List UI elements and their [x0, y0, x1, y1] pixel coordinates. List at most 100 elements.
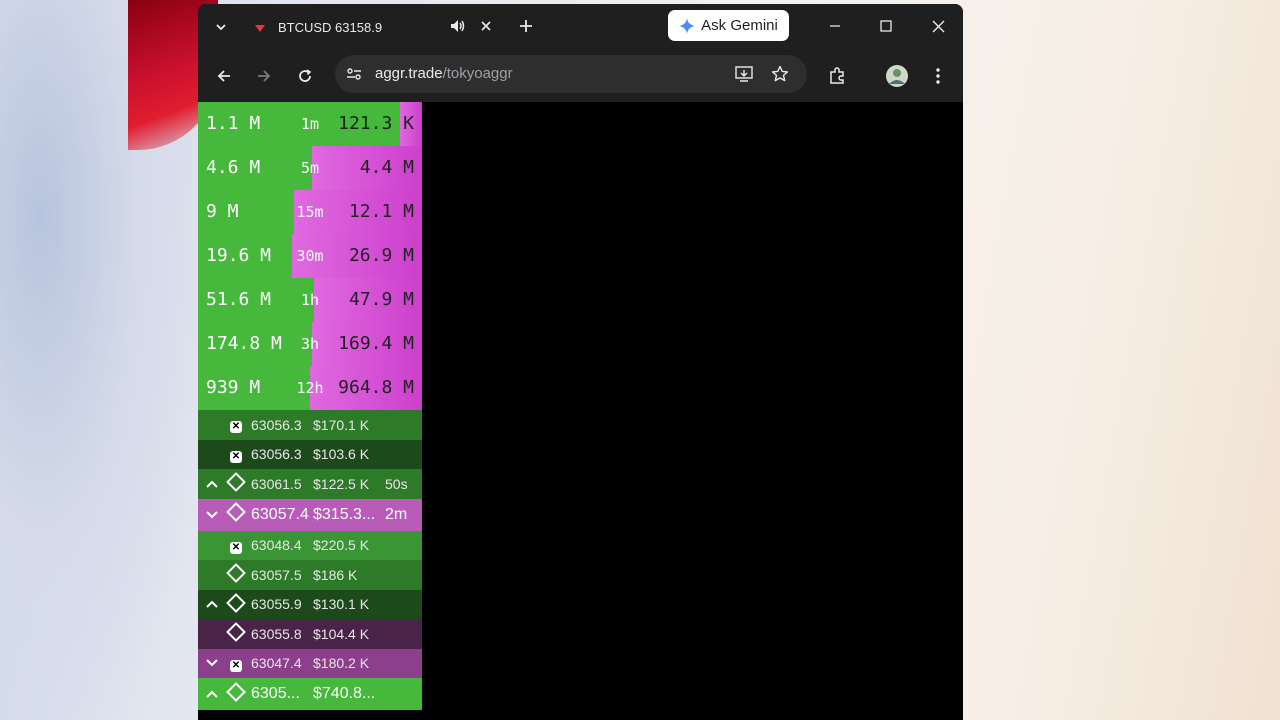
minimize-icon[interactable]: [823, 14, 847, 38]
bookmark-star-icon[interactable]: [769, 63, 791, 85]
tab-search-chevron-icon[interactable]: [208, 12, 234, 42]
interval-label: 15m: [296, 203, 324, 221]
buy-volume: 4.6 M: [206, 157, 261, 178]
trade-row[interactable]: 6305... $740.8...: [198, 678, 422, 710]
stat-row: 1.1 M 1m 121.3 K: [198, 102, 422, 146]
interval-label: 5m: [300, 159, 320, 177]
price-down-triangle-icon: [253, 21, 267, 35]
url-path: /tokyoaggr: [442, 65, 513, 82]
title-bar: BTCUSD 63158.9 Ask Gemini: [198, 4, 963, 50]
buy-volume: 19.6 M: [206, 245, 272, 266]
trade-amount: $315.3...: [313, 505, 376, 523]
x-icon: ✕: [230, 450, 242, 463]
url-host: aggr.trade: [375, 65, 443, 82]
trade-price: 63057.4: [251, 505, 309, 523]
tab-close-icon[interactable]: [476, 15, 496, 37]
gemini-sparkle-icon: [679, 17, 696, 34]
sell-volume: 47.9 M: [348, 289, 414, 310]
trades-list: ✕ 63056.3 $170.1 K ✕ 63056.3 $103.6 K 63061.5 $…: [198, 410, 422, 710]
ask-gemini-button[interactable]: Ask Gemini: [668, 10, 789, 41]
trade-amount: $103.6 K: [313, 446, 370, 463]
sell-volume: 121.3 K: [338, 113, 414, 134]
back-arrow-icon[interactable]: [212, 64, 236, 88]
install-app-icon[interactable]: [733, 63, 755, 85]
trade-row[interactable]: ✕ 63048.4 $220.5 K: [198, 530, 422, 560]
sell-volume: 169.4 M: [338, 333, 414, 354]
interval-label: 30m: [296, 247, 324, 265]
trade-row[interactable]: ✕ 63056.3 $103.6 K: [198, 439, 422, 469]
reload-icon[interactable]: [293, 64, 317, 88]
trade-row[interactable]: 63057.4 $315.3... 2m: [198, 498, 422, 531]
binance-icon: [226, 563, 246, 584]
stat-row: 174.8 M 3h 169.4 M: [198, 322, 422, 366]
interval-label: 1h: [300, 291, 320, 309]
url-text[interactable]: aggr.trade/tokyoaggr: [375, 55, 513, 93]
trade-amount: $186 K: [313, 566, 358, 583]
trade-price: 63061.5: [251, 475, 302, 492]
stat-row: 4.6 M 5m 4.4 M: [198, 146, 422, 190]
trade-amount: $180.2 K: [313, 655, 370, 672]
trade-row[interactable]: 63057.5 $186 K: [198, 560, 422, 590]
ask-gemini-label: Ask Gemini: [701, 17, 778, 34]
trade-amount: $170.1 K: [313, 416, 370, 433]
stat-row: 939 M 12h 964.8 M: [198, 366, 422, 410]
x-icon: ✕: [230, 421, 242, 434]
maximize-icon[interactable]: [874, 14, 898, 38]
trade-row[interactable]: 63055.8 $104.4 K: [198, 619, 422, 649]
binance-icon: [226, 502, 246, 524]
address-bar[interactable]: aggr.trade/tokyoaggr: [335, 55, 807, 93]
sell-volume: 4.4 M: [359, 157, 414, 178]
chevron-up-icon: [205, 687, 219, 701]
new-tab-plus-icon[interactable]: [514, 14, 538, 38]
chevron-up-icon: [205, 597, 219, 611]
trade-amount: $740.8...: [313, 685, 376, 702]
buy-volume: 51.6 M: [206, 289, 272, 310]
browser-window: BTCUSD 63158.9 Ask Gemini aggr.trade/tok…: [198, 4, 963, 720]
tab-title[interactable]: BTCUSD 63158.9: [278, 16, 382, 38]
tab-audio-icon[interactable]: [448, 15, 468, 37]
sell-volume: 26.9 M: [348, 245, 414, 266]
buy-volume: 9 M: [206, 201, 239, 222]
extensions-puzzle-icon[interactable]: [826, 64, 850, 88]
menu-kebab-icon[interactable]: [926, 64, 950, 88]
trades-panel: 1.1 M 1m 121.3 K 4.6 M 5m 4.4 M 9 M 15m 12.1 M 19…: [198, 102, 422, 720]
trade-row[interactable]: 63055.9 $130.1 K: [198, 589, 422, 619]
buy-volume: 939 M: [206, 377, 261, 398]
trade-amount: $122.5 K: [313, 475, 370, 492]
interval-label: 3h: [300, 335, 320, 353]
profile-avatar-icon[interactable]: [885, 64, 909, 88]
stats-table: 1.1 M 1m 121.3 K 4.6 M 5m 4.4 M 9 M 15m 12.1 M 19…: [198, 102, 422, 410]
trade-price: 63056.3: [251, 446, 302, 463]
interval-label: 12h: [296, 379, 324, 397]
x-icon: ✕: [230, 541, 242, 554]
window-close-icon[interactable]: [926, 14, 950, 38]
stat-row: 9 M 15m 12.1 M: [198, 190, 422, 234]
sell-volume: 12.1 M: [348, 201, 414, 222]
binance-icon: [226, 592, 246, 613]
binance-icon: [226, 681, 246, 704]
chevron-down-icon: [205, 656, 219, 670]
trade-age: 2m: [385, 505, 408, 523]
site-settings-icon[interactable]: [343, 63, 365, 85]
browser-toolbar: aggr.trade/tokyoaggr: [198, 50, 963, 103]
trade-price: 6305...: [251, 685, 300, 702]
trade-amount: $220.5 K: [313, 537, 370, 554]
trade-row[interactable]: ✕ 63056.3 $170.1 K: [198, 410, 422, 440]
interval-label: 1m: [300, 115, 320, 133]
trade-row[interactable]: ✕ 63047.4 $180.2 K: [198, 648, 422, 678]
page-content: 1.1 M 1m 121.3 K 4.6 M 5m 4.4 M 9 M 15m 12.1 M 19…: [198, 102, 963, 720]
trade-price: 63056.3: [251, 416, 302, 433]
trade-price: 63055.8: [251, 625, 302, 642]
trade-age: 50s: [385, 475, 408, 492]
binance-icon: [226, 472, 246, 493]
trade-row[interactable]: 63061.5 $122.5 K 50s: [198, 469, 422, 499]
chevron-up-icon: [205, 477, 219, 491]
trade-amount: $130.1 K: [313, 596, 370, 613]
sell-volume: 964.8 M: [338, 377, 414, 398]
trade-price: 63047.4: [251, 655, 302, 672]
forward-arrow-icon[interactable]: [252, 64, 276, 88]
buy-volume: 174.8 M: [206, 333, 282, 354]
trade-price: 63048.4: [251, 537, 302, 554]
binance-icon: [226, 622, 246, 643]
stat-row: 51.6 M 1h 47.9 M: [198, 278, 422, 322]
